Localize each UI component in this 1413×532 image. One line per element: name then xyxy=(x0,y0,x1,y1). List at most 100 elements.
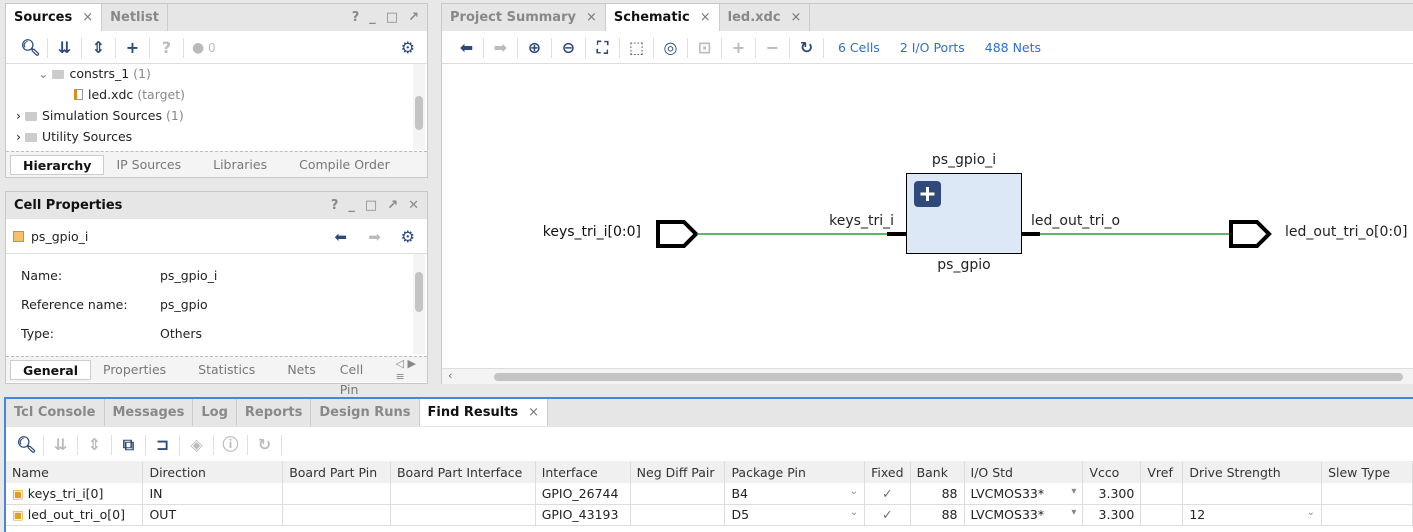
regenerate-icon[interactable]: ⊡ xyxy=(688,37,722,58)
column-header[interactable]: Slew Type xyxy=(1321,461,1413,483)
tab-led-xdc[interactable]: led.xdc × xyxy=(720,4,811,31)
tab-log[interactable]: Log xyxy=(193,399,237,426)
tab-schematic[interactable]: Schematic × xyxy=(605,4,720,31)
expand-all-icon[interactable]: ⇕ xyxy=(82,37,116,58)
scroll-left-icon[interactable]: ‹ xyxy=(448,369,452,382)
column-header[interactable]: Fixed xyxy=(864,461,911,483)
column-header[interactable]: Drive Strength xyxy=(1182,461,1323,483)
info-icon[interactable]: ⓘ xyxy=(214,434,248,455)
error-indicator[interactable]: ● 0 xyxy=(184,38,216,58)
search-icon[interactable]: 🔍︎ xyxy=(10,434,44,455)
board-part-interface-cell[interactable] xyxy=(390,483,536,505)
table-row[interactable]: ▣ led_out_tri_o[0] OUT GPIO_43193 D5 ⌄ ✓ … xyxy=(6,504,1413,526)
vertical-scrollbar[interactable] xyxy=(413,64,425,150)
zoom-fit-icon[interactable]: ⛶ xyxy=(586,37,620,58)
expand-cell-icon[interactable]: + xyxy=(722,37,756,58)
tab-project-summary[interactable]: Project Summary × xyxy=(442,4,606,31)
column-header[interactable]: Package Pin xyxy=(724,461,866,483)
vertical-scrollbar[interactable] xyxy=(413,254,425,354)
expand-all-icon[interactable]: ⇕ xyxy=(78,434,112,455)
gear-icon[interactable]: ⚙ xyxy=(401,227,415,246)
hierarchy-icon[interactable]: ⧉ xyxy=(112,434,146,455)
add-icon[interactable]: + xyxy=(116,37,150,58)
help-icon[interactable]: ? xyxy=(331,198,339,213)
tab-statistics[interactable]: Statistics xyxy=(178,360,267,380)
vref-cell[interactable] xyxy=(1140,483,1184,505)
collapse-all-icon[interactable]: ⇊ xyxy=(44,434,78,455)
refresh-icon[interactable]: ↻ xyxy=(790,37,824,58)
nets-link[interactable]: 488 Nets xyxy=(985,40,1041,55)
minimize-icon[interactable]: _ xyxy=(369,10,376,25)
column-header[interactable]: Board Part Interface xyxy=(390,461,536,483)
tree-item-utility-sources[interactable]: › Utility Sources xyxy=(16,129,132,144)
column-header[interactable]: Board Part Pin xyxy=(282,461,391,483)
cells-link[interactable]: 6 Cells xyxy=(838,40,880,55)
board-part-pin-cell[interactable] xyxy=(282,483,391,505)
close-icon[interactable]: × xyxy=(586,4,597,31)
column-header[interactable]: Neg Diff Pair xyxy=(630,461,726,483)
chevron-down-icon[interactable]: ⌄ xyxy=(38,66,48,81)
tab-compile-order[interactable]: Compile Order xyxy=(279,155,402,175)
collapse-cell-icon[interactable]: − xyxy=(756,37,790,58)
zoom-selection-icon[interactable]: ⬚ xyxy=(620,37,654,58)
io-std-cell[interactable]: LVCMOS33* ▾ xyxy=(964,483,1084,505)
horizontal-scrollbar[interactable]: ‹ xyxy=(442,368,1413,384)
back-arrow-icon[interactable]: ⬅ xyxy=(334,228,347,246)
board-part-pin-cell[interactable] xyxy=(282,504,391,526)
tab-reports[interactable]: Reports xyxy=(237,399,312,426)
column-header[interactable]: Direction xyxy=(142,461,284,483)
chevron-down-icon[interactable]: ⌄ xyxy=(850,486,858,497)
scroll-thumb[interactable] xyxy=(494,373,1403,381)
forward-arrow-icon[interactable]: ➡ xyxy=(484,37,518,58)
refresh-icon[interactable]: ↻ xyxy=(248,434,282,455)
tab-netlist[interactable]: Netlist xyxy=(102,4,168,31)
close-icon[interactable]: ✕ xyxy=(408,198,419,213)
name-cell[interactable]: ▣ led_out_tri_o[0] xyxy=(6,504,144,526)
tab-hierarchy[interactable]: Hierarchy xyxy=(10,154,105,175)
drive-strength-cell[interactable] xyxy=(1182,483,1323,505)
column-header[interactable]: I/O Std xyxy=(964,461,1084,483)
dropdown-arrow-icon[interactable]: ▾ xyxy=(1071,486,1076,497)
chevron-down-icon[interactable]: ⌄ xyxy=(850,507,858,518)
column-header[interactable]: Interface xyxy=(535,461,631,483)
column-header[interactable]: Vcco xyxy=(1082,461,1142,483)
chevron-right-icon[interactable]: › xyxy=(16,129,21,144)
tab-messages[interactable]: Messages xyxy=(105,399,194,426)
float-icon[interactable]: ↗ xyxy=(408,10,419,25)
tab-tcl-console[interactable]: Tcl Console xyxy=(6,399,105,426)
table-row[interactable]: ▣ keys_tri_i[0] IN GPIO_26744 B4 ⌄ ✓ 88 L… xyxy=(6,483,1413,505)
io-std-cell[interactable]: LVCMOS33* ▾ xyxy=(964,504,1084,526)
maximize-icon[interactable]: □ xyxy=(386,10,398,25)
package-pin-cell[interactable]: B4 ⌄ xyxy=(724,483,866,505)
input-port-shape[interactable] xyxy=(656,220,699,248)
tab-ip-sources[interactable]: IP Sources xyxy=(104,155,193,175)
forward-arrow-icon[interactable]: ➡ xyxy=(368,228,381,246)
board-part-interface-cell[interactable] xyxy=(390,504,536,526)
tab-design-runs[interactable]: Design Runs xyxy=(311,399,420,426)
tab-properties[interactable]: Properties xyxy=(91,360,178,380)
io-ports-link[interactable]: 2 I/O Ports xyxy=(900,40,965,55)
zoom-out-icon[interactable]: ⊖ xyxy=(552,37,586,58)
tab-cell-pins[interactable]: Cell Pin xyxy=(328,360,396,397)
tab-libraries[interactable]: Libraries xyxy=(193,155,279,175)
diamond-icon[interactable]: ◈ xyxy=(180,434,214,455)
autofit-selection-icon[interactable]: ◎ xyxy=(654,37,688,58)
schematic-icon[interactable]: ⊐ xyxy=(146,434,180,455)
package-pin-cell[interactable]: D5 ⌄ xyxy=(724,504,866,526)
column-header[interactable]: Vref xyxy=(1140,461,1184,483)
tab-sources[interactable]: Sources × xyxy=(6,4,103,31)
dropdown-arrow-icon[interactable]: ▾ xyxy=(1071,507,1076,518)
gear-icon[interactable]: ⚙ xyxy=(401,38,415,57)
tab-find-results[interactable]: Find Results × xyxy=(419,399,549,426)
close-icon[interactable]: × xyxy=(700,4,711,31)
tree-item-led-xdc[interactable]: led.xdc (target) xyxy=(74,87,185,102)
search-icon[interactable]: 🔍︎ xyxy=(14,37,48,58)
maximize-icon[interactable]: □ xyxy=(365,198,377,213)
help-icon[interactable]: ? xyxy=(352,10,360,25)
column-header[interactable]: Bank xyxy=(910,461,965,483)
output-port-shape[interactable] xyxy=(1229,220,1272,248)
close-icon[interactable]: × xyxy=(82,4,93,31)
tree-item-simulation-sources[interactable]: › Simulation Sources (1) xyxy=(16,108,184,123)
tab-nets[interactable]: Nets xyxy=(267,360,327,380)
tab-scroll-arrows-icon[interactable]: ◁ ▶ ≡ xyxy=(396,357,427,383)
